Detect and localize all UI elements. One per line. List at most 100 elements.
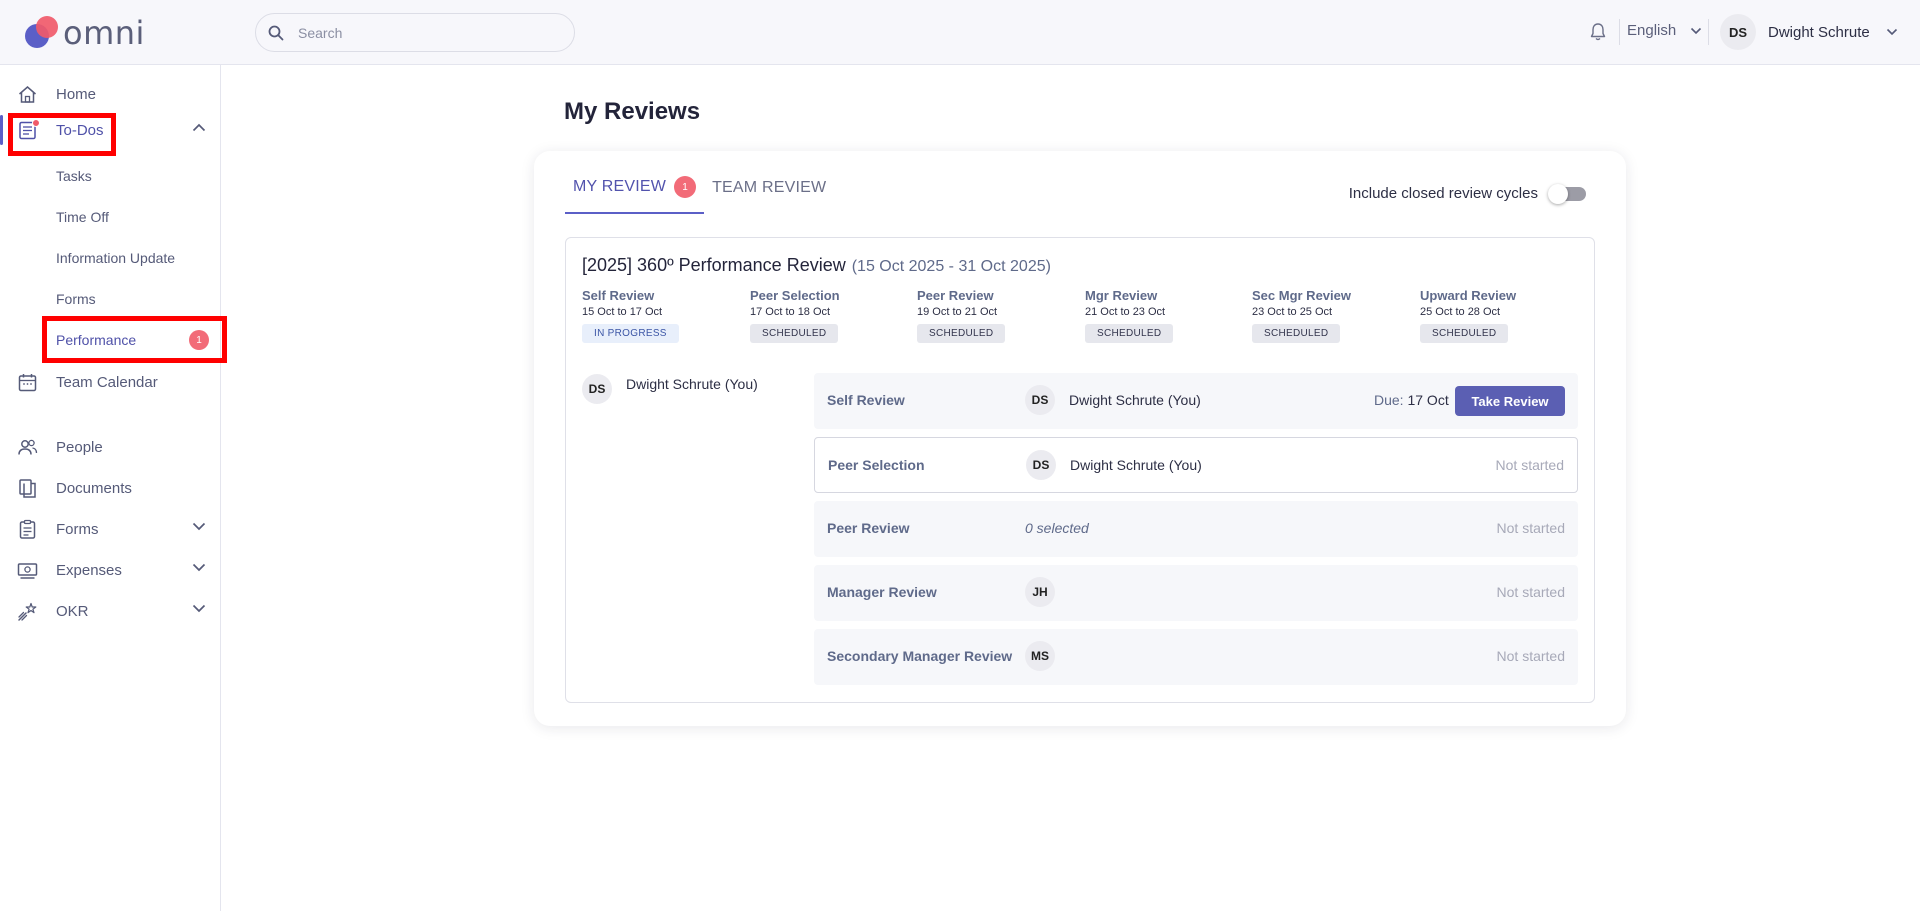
stage-name: Upward Review	[1420, 288, 1517, 303]
review-row-peer-review: Peer Review 0 selected Not started	[814, 501, 1578, 557]
logo-text: omni	[63, 14, 145, 52]
language-selector[interactable]: English	[1627, 22, 1702, 39]
status-badge: SCHEDULED	[1085, 324, 1174, 343]
stage-name: Peer Review	[917, 288, 994, 303]
stage-upward-review: Upward Review 25 Oct to 28 Oct SCHEDULED	[1420, 288, 1580, 343]
status-badge: SCHEDULED	[750, 324, 839, 343]
cycle-date-range: (15 Oct 2025 - 31 Oct 2025)	[851, 258, 1051, 275]
language-label: English	[1627, 22, 1677, 39]
stage-peer-selection: Peer Selection 17 Oct to 18 Oct SCHEDULE…	[750, 288, 910, 343]
stage-dates: 25 Oct to 28 Oct	[1420, 306, 1501, 318]
sidebar-item-expenses[interactable]: Expenses	[0, 555, 221, 585]
chevron-up-icon[interactable]	[192, 123, 206, 132]
row-status: Not started	[1496, 520, 1565, 536]
stage-name: Self Review	[582, 288, 655, 303]
row-reviewer: JH	[1025, 577, 1055, 607]
review-row-secondary-manager-review: Secondary Manager Review MS Not started	[814, 629, 1578, 685]
stage-dates: 21 Oct to 23 Oct	[1085, 306, 1166, 318]
reviewee-name: Dwight Schrute (You)	[626, 376, 758, 392]
toggle-knob	[1548, 183, 1568, 204]
stage-dates: 15 Oct to 17 Oct	[582, 306, 663, 318]
include-closed-toggle[interactable]: Include closed review cycles	[1349, 183, 1586, 204]
row-status: Not started	[1495, 457, 1564, 473]
forms-icon	[19, 519, 36, 539]
top-bar: omni English DS Dwight Schrute	[0, 0, 1920, 65]
notification-bell-icon[interactable]	[1587, 21, 1609, 43]
row-status: Not started	[1496, 648, 1565, 664]
reviewer-avatar: DS	[1026, 450, 1056, 480]
search-box[interactable]	[255, 13, 575, 52]
review-row-manager-review: Manager Review JH Not started	[814, 565, 1578, 621]
user-name: Dwight Schrute	[1768, 23, 1870, 41]
chevron-down-icon[interactable]	[192, 522, 206, 531]
header-divider	[1619, 19, 1620, 45]
review-row-peer-selection[interactable]: Peer Selection DS Dwight Schrute (You) N…	[814, 437, 1578, 493]
sidebar-item-okr[interactable]: OKR	[0, 596, 221, 626]
sidebar: Home To-Dos Tasks Time Off Information U…	[0, 65, 221, 911]
chevron-down-icon[interactable]	[192, 604, 206, 613]
row-label: Secondary Manager Review	[827, 648, 1013, 664]
sidebar-item-label: Team Calendar	[56, 373, 158, 391]
status-badge: IN PROGRESS	[582, 324, 679, 343]
due-value: 17 Oct	[1407, 392, 1449, 408]
row-reviewer: DS Dwight Schrute (You)	[1025, 385, 1201, 415]
status-badge: SCHEDULED	[917, 324, 1006, 343]
search-icon	[268, 25, 284, 40]
cycle-title: [2025] 360º Performance Review (15 Oct 20…	[582, 255, 1051, 276]
header-divider	[1708, 19, 1709, 45]
calendar-icon	[18, 374, 37, 392]
expenses-icon	[17, 563, 38, 579]
row-label: Self Review	[827, 392, 905, 408]
chevron-down-icon[interactable]	[192, 563, 206, 572]
row-reviewer: MS	[1025, 641, 1055, 671]
reviewer-name: Dwight Schrute (You)	[1069, 392, 1201, 408]
okr-icon	[18, 602, 37, 621]
peers-selected-count: 0 selected	[1025, 520, 1089, 536]
user-menu[interactable]: DS Dwight Schrute	[1720, 14, 1898, 50]
stage-self-review: Self Review 15 Oct to 17 Oct IN PROGRESS	[582, 288, 742, 343]
sidebar-item-label: Documents	[56, 479, 132, 497]
status-badge: SCHEDULED	[1420, 324, 1509, 343]
row-label: Peer Review	[827, 520, 910, 536]
home-icon	[19, 86, 36, 103]
sidebar-subitem-information-update[interactable]: Information Update	[56, 250, 175, 266]
omni-logo[interactable]: omni	[23, 13, 145, 53]
highlight-box-todos	[8, 113, 116, 156]
sidebar-item-team-calendar[interactable]: Team Calendar	[0, 367, 221, 397]
row-status: Not started	[1496, 584, 1565, 600]
sidebar-item-forms[interactable]: Forms	[0, 514, 221, 544]
search-input[interactable]	[298, 24, 548, 41]
tab-label: TEAM REVIEW	[712, 179, 827, 196]
sidebar-item-label: Forms	[56, 520, 99, 538]
review-row-self-review: Self Review DS Dwight Schrute (You) Due:…	[814, 373, 1578, 429]
take-review-button[interactable]: Take Review	[1455, 386, 1565, 416]
reviewee: DS Dwight Schrute (You)	[582, 374, 758, 404]
reviewer-avatar: JH	[1025, 577, 1055, 607]
highlight-box-performance	[42, 316, 227, 363]
sidebar-item-documents[interactable]: Documents	[0, 473, 221, 503]
omni-logo-mark	[23, 14, 61, 52]
user-avatar: DS	[1720, 14, 1756, 50]
tab-my-review[interactable]: MY REVIEW 1	[565, 176, 705, 214]
due-date: Due: 17 Oct	[1374, 392, 1449, 408]
tab-team-review[interactable]: TEAM REVIEW	[704, 176, 834, 214]
toggle-switch[interactable]	[1548, 183, 1586, 204]
chevron-down-icon	[1886, 28, 1897, 36]
review-cycle-panel: [2025] 360º Performance Review (15 Oct 20…	[565, 237, 1595, 703]
reviews-card: MY REVIEW 1 TEAM REVIEW Include closed r…	[534, 151, 1626, 726]
sidebar-subitem-tasks[interactable]: Tasks	[56, 168, 92, 184]
sidebar-item-people[interactable]: People	[0, 432, 221, 462]
people-icon	[18, 439, 38, 455]
stage-dates: 19 Oct to 21 Oct	[917, 306, 998, 318]
row-label: Manager Review	[827, 584, 937, 600]
stage-sec-mgr-review: Sec Mgr Review 23 Oct to 25 Oct SCHEDULE…	[1252, 288, 1412, 343]
stage-peer-review: Peer Review 19 Oct to 21 Oct SCHEDULED	[917, 288, 1077, 343]
reviewer-avatar: DS	[1025, 385, 1055, 415]
sidebar-subitem-time-off[interactable]: Time Off	[56, 209, 109, 225]
sidebar-subitem-forms[interactable]: Forms	[56, 291, 96, 307]
tab-count-badge: 1	[674, 176, 697, 198]
stage-dates: 17 Oct to 18 Oct	[750, 306, 831, 318]
stage-name: Mgr Review	[1085, 288, 1158, 303]
sidebar-item-home[interactable]: Home	[0, 79, 221, 109]
sidebar-item-label: People	[56, 438, 103, 456]
